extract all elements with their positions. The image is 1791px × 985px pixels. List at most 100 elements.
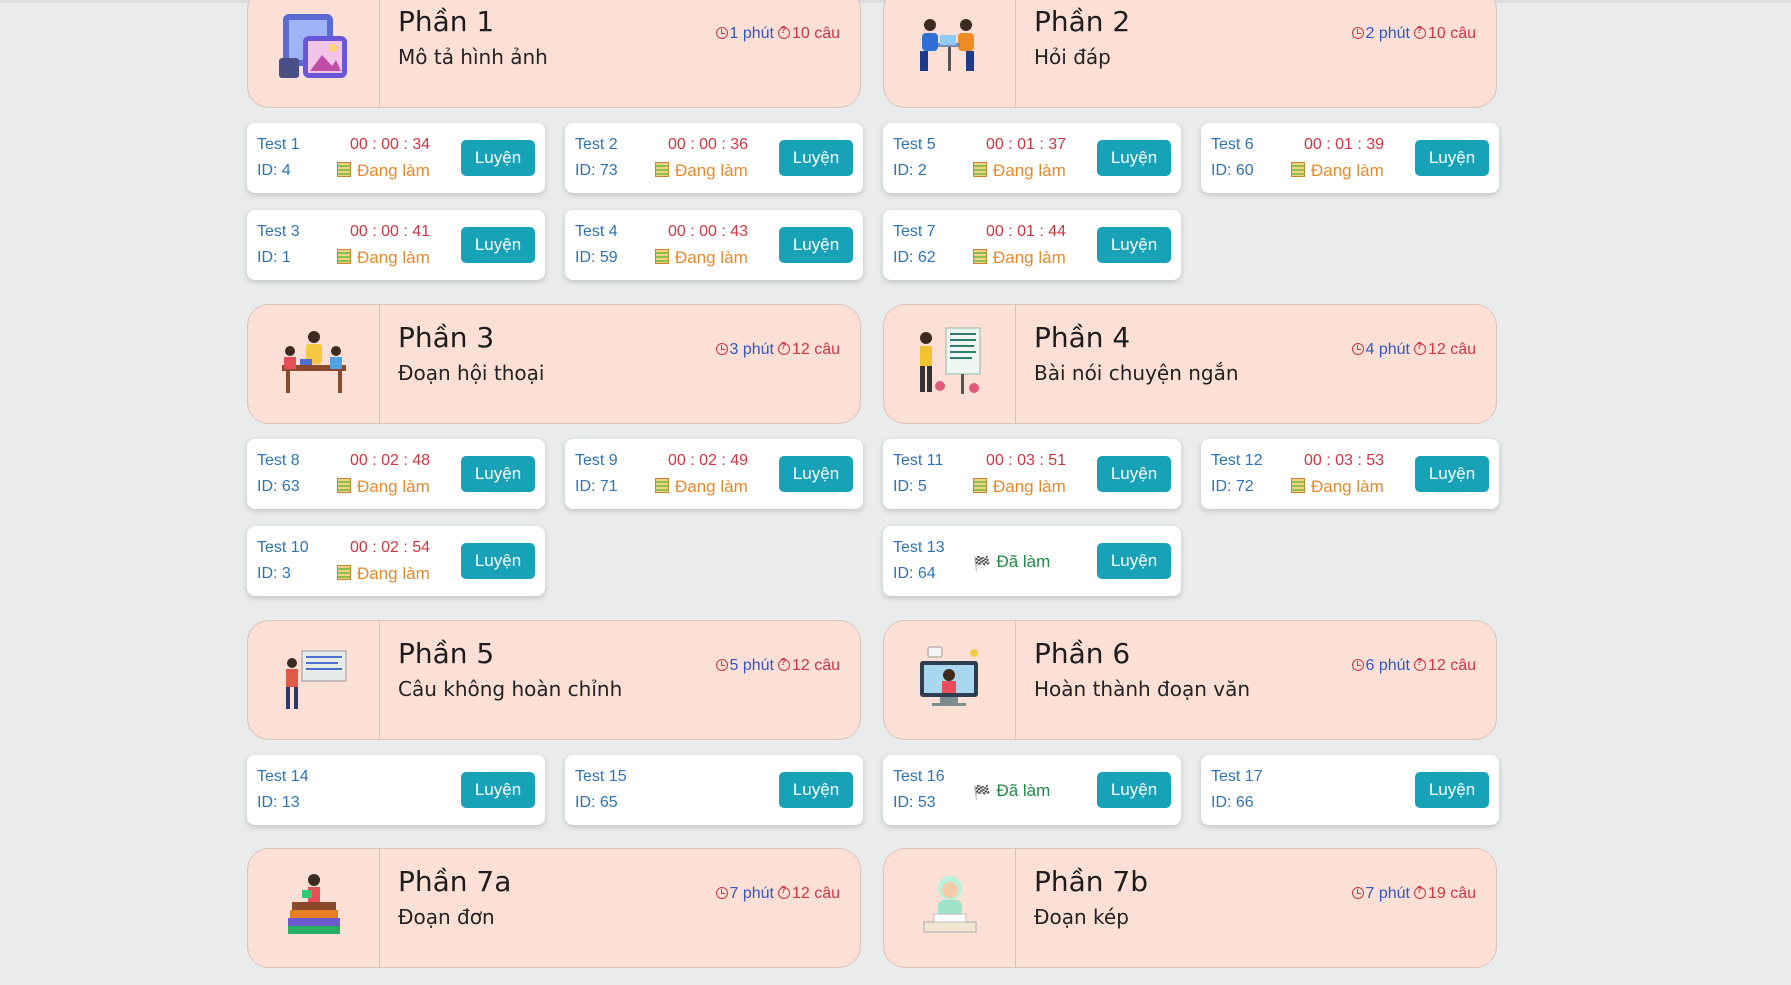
test-id: ID: 1 [257, 249, 291, 266]
test-card: Test 14 ID: 13 Luyện [247, 755, 545, 825]
notebook-icon [337, 478, 351, 493]
part-meta: 7 phút 12 câu [716, 885, 840, 903]
online-class-icon [910, 643, 990, 717]
test-name[interactable]: Test 14 [257, 768, 309, 786]
part-title: Phần 1 [398, 5, 495, 38]
meeting-icon [274, 327, 354, 401]
practice-button[interactable]: Luyện [1097, 140, 1171, 176]
practice-button[interactable]: Luyện [1097, 543, 1171, 579]
test-name[interactable]: Test 9 [575, 452, 618, 470]
test-name[interactable]: Test 3 [257, 223, 300, 241]
people-talking-icon [910, 11, 990, 85]
test-name[interactable]: Test 2 [575, 136, 618, 154]
notebook-icon [655, 249, 669, 264]
alarm-clock-icon [716, 887, 729, 899]
part-title: Phần 2 [1034, 5, 1131, 38]
practice-button[interactable]: Luyện [461, 543, 535, 579]
test-id: ID: 66 [1211, 794, 1254, 811]
part-meta: 6 phút 12 câu [1352, 657, 1476, 675]
part-illustration [884, 849, 1016, 967]
practice-button[interactable]: Luyện [1097, 456, 1171, 492]
test-id: ID: 5 [893, 478, 927, 495]
alarm-clock-icon [1352, 659, 1365, 671]
test-name[interactable]: Test 15 [575, 768, 627, 786]
part-question-count: 12 câu [1427, 657, 1476, 674]
test-status-label: Đang làm [675, 248, 748, 267]
part-card[interactable]: Phần 3 Đoạn hội thoại 3 phút 12 câu [247, 304, 861, 424]
test-name[interactable]: Test 11 [893, 452, 943, 470]
part-duration: 6 phút [1365, 657, 1410, 674]
part-card[interactable]: Phần 6 Hoàn thành đoạn văn 6 phút 12 câu [883, 620, 1497, 740]
test-card: Test 4 ID: 59 00 : 00 : 43 Đang làm Luyện [565, 210, 863, 280]
test-timer: 00 : 01 : 44 [986, 223, 1067, 240]
test-name[interactable]: Test 6 [1211, 136, 1254, 154]
test-name[interactable]: Test 12 [1211, 452, 1263, 470]
test-id: ID: 62 [893, 249, 936, 266]
practice-button[interactable]: Luyện [461, 140, 535, 176]
part-subtitle: Câu không hoàn chỉnh [398, 677, 623, 701]
test-status-label: Đang làm [993, 248, 1066, 267]
part-illustration [884, 305, 1016, 423]
part-meta: 4 phút 12 câu [1352, 341, 1476, 359]
question-circle-icon [777, 25, 790, 39]
test-name[interactable]: Test 16 [893, 768, 945, 786]
test-status: Đang làm [337, 477, 430, 497]
practice-button[interactable]: Luyện [1097, 772, 1171, 808]
part-subtitle: Đoạn kép [1034, 905, 1129, 929]
test-timer: 00 : 03 : 53 [1304, 452, 1385, 469]
part-card[interactable]: Phần 7a Đoạn đơn 7 phút 12 câu [247, 848, 861, 968]
part-card[interactable]: Phần 5 Câu không hoàn chỉnh 5 phút 12 câu [247, 620, 861, 740]
test-id: ID: 59 [575, 249, 618, 266]
picture-gallery-icon [275, 8, 353, 88]
practice-button[interactable]: Luyện [779, 456, 853, 492]
test-status-label: Đang làm [1311, 477, 1384, 496]
test-card: Test 8 ID: 63 00 : 02 : 48 Đang làm Luyện [247, 439, 545, 509]
practice-button[interactable]: Luyện [1097, 227, 1171, 263]
test-name[interactable]: Test 10 [257, 539, 309, 557]
test-name[interactable]: Test 1 [257, 136, 300, 154]
test-timer: 00 : 02 : 54 [350, 539, 431, 556]
part-card[interactable]: Phần 7b Đoạn kép 7 phút 19 câu [883, 848, 1497, 968]
practice-button[interactable]: Luyện [1415, 772, 1489, 808]
test-status: Đang làm [337, 161, 430, 181]
test-name[interactable]: Test 4 [575, 223, 618, 241]
test-card: Test 15 ID: 65 Luyện [565, 755, 863, 825]
test-name[interactable]: Test 8 [257, 452, 300, 470]
practice-button[interactable]: Luyện [461, 227, 535, 263]
question-circle-icon [1413, 341, 1426, 355]
test-name[interactable]: Test 13 [893, 539, 945, 557]
test-id: ID: 71 [575, 478, 618, 495]
test-name[interactable]: Test 5 [893, 136, 936, 154]
part-card[interactable]: Phần 1 Mô tả hình ảnh 1 phút 10 câu [247, 0, 861, 108]
test-status: Đang làm [973, 248, 1066, 268]
test-status: 🏁 Đã làm [973, 781, 1050, 801]
test-name[interactable]: Test 7 [893, 223, 936, 241]
practice-button[interactable]: Luyện [1415, 140, 1489, 176]
part-meta: 5 phút 12 câu [716, 657, 840, 675]
notebook-icon [655, 162, 669, 177]
question-circle-icon [1413, 885, 1426, 899]
practice-button[interactable]: Luyện [779, 140, 853, 176]
test-status: Đang làm [655, 477, 748, 497]
practice-button[interactable]: Luyện [461, 772, 535, 808]
part-card[interactable]: Phần 4 Bài nói chuyện ngắn 4 phút 12 câu [883, 304, 1497, 424]
test-card: Test 10 ID: 3 00 : 02 : 54 Đang làm Luyện [247, 526, 545, 596]
test-timer: 00 : 03 : 51 [986, 452, 1067, 469]
test-card: Test 12 ID: 72 00 : 03 : 53 Đang làm Luyện [1201, 439, 1499, 509]
question-circle-icon [777, 341, 790, 355]
test-card: Test 13 ID: 64 🏁 Đã làm Luyện [883, 526, 1181, 596]
part-title: Phần 5 [398, 637, 495, 670]
student-reading-icon [912, 868, 988, 948]
practice-button[interactable]: Luyện [779, 227, 853, 263]
test-status-label: Đang làm [1311, 161, 1384, 180]
test-timer: 00 : 00 : 36 [668, 136, 749, 153]
test-timer: 00 : 02 : 49 [668, 452, 749, 469]
test-name[interactable]: Test 17 [1211, 768, 1263, 786]
checkered-flag-icon: 🏁 [973, 555, 991, 571]
presentation-icon [912, 324, 988, 404]
practice-button[interactable]: Luyện [461, 456, 535, 492]
notebook-icon [337, 565, 351, 580]
part-card[interactable]: Phần 2 Hỏi đáp 2 phút 10 câu [883, 0, 1497, 108]
practice-button[interactable]: Luyện [1415, 456, 1489, 492]
practice-button[interactable]: Luyện [779, 772, 853, 808]
